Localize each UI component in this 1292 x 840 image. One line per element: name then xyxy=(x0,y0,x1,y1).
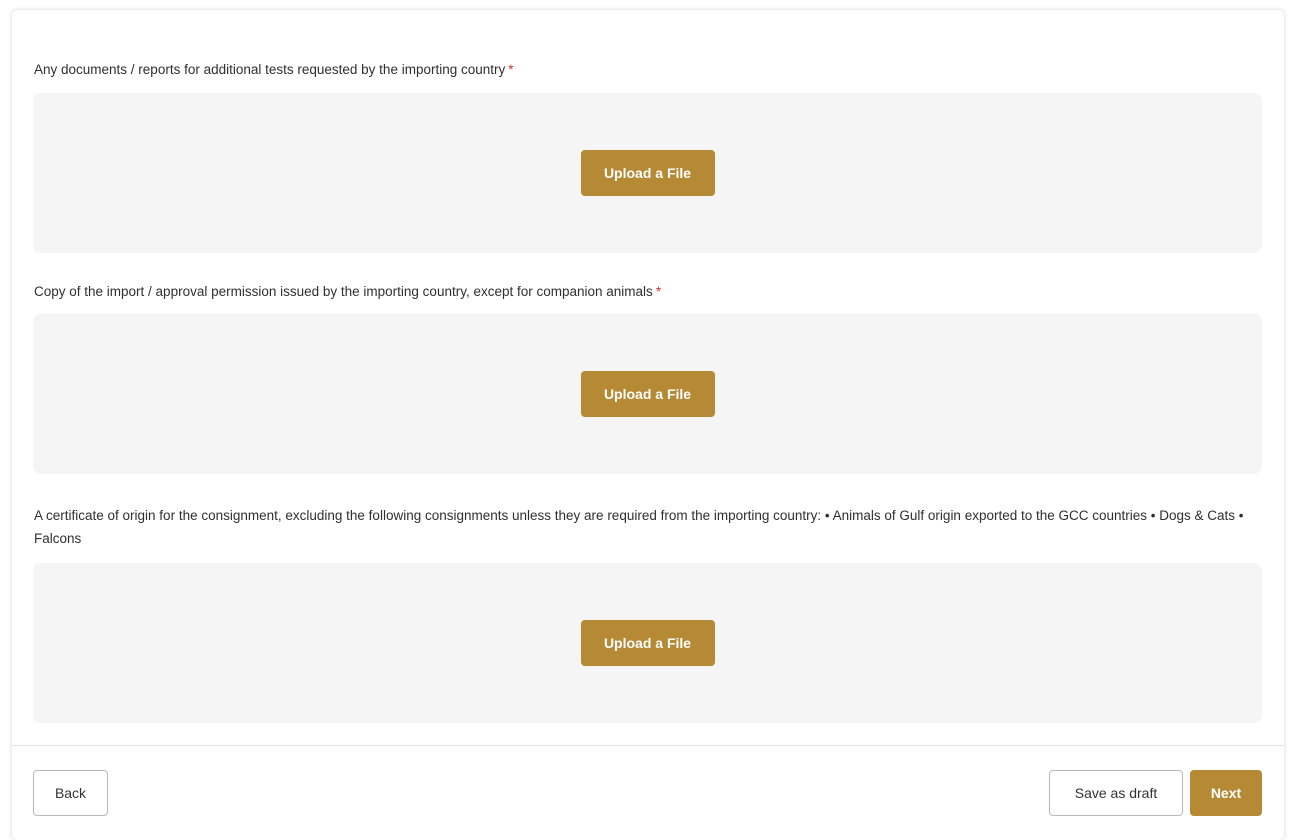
form-card: Any documents / reports for additional t… xyxy=(12,10,1284,840)
upload-drop-zone-additional-tests[interactable]: Upload a File xyxy=(33,93,1262,253)
required-marker: * xyxy=(655,284,662,299)
upload-drop-zone-import-permission[interactable]: Upload a File xyxy=(33,314,1262,474)
footer-divider xyxy=(12,745,1284,746)
upload-drop-zone-certificate-of-origin[interactable]: Upload a File xyxy=(33,563,1262,723)
field-label-additional-tests: Any documents / reports for additional t… xyxy=(34,60,1264,80)
back-button[interactable]: Back xyxy=(33,770,108,816)
upload-file-button-import-permission[interactable]: Upload a File xyxy=(580,371,715,417)
upload-file-button-certificate-of-origin[interactable]: Upload a File xyxy=(580,620,715,666)
field-label-text: A certificate of origin for the consignm… xyxy=(34,508,1244,546)
required-marker: * xyxy=(508,62,514,77)
field-label-import-permission: Copy of the import / approval permission… xyxy=(34,282,1264,302)
next-button[interactable]: Next xyxy=(1190,770,1262,816)
save-as-draft-button[interactable]: Save as draft xyxy=(1049,770,1183,816)
field-label-text: Copy of the import / approval permission… xyxy=(34,284,653,299)
upload-file-button-additional-tests[interactable]: Upload a File xyxy=(580,150,715,196)
field-label-certificate-of-origin: A certificate of origin for the consignm… xyxy=(34,504,1264,550)
field-label-text: Any documents / reports for additional t… xyxy=(34,62,506,77)
